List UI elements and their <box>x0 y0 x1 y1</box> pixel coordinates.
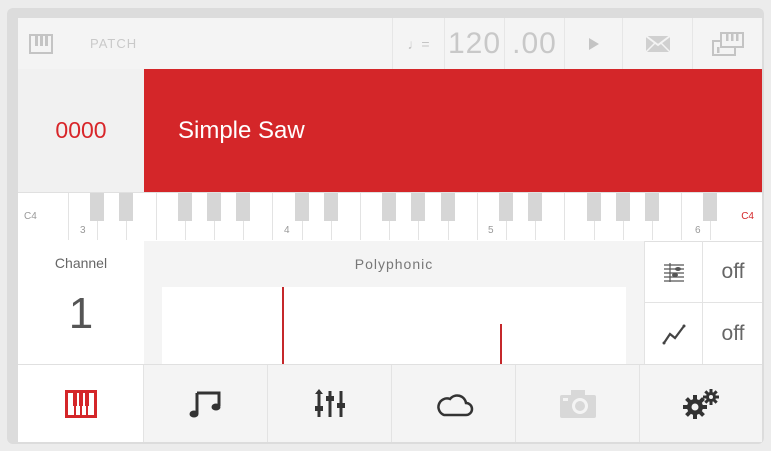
black-key[interactable] <box>294 193 309 221</box>
black-key[interactable] <box>411 193 426 221</box>
music-notes-icon <box>189 391 220 418</box>
bottom-nav <box>18 364 762 442</box>
nav-settings[interactable] <box>640 365 762 442</box>
arpeggiator-icon <box>645 241 703 302</box>
tempo-symbol: ♩= <box>392 18 444 69</box>
white-key-divider <box>476 193 478 240</box>
black-key[interactable] <box>615 193 630 221</box>
play-button[interactable] <box>564 18 622 69</box>
channel-panel[interactable]: Channel 1 <box>18 241 145 364</box>
tempo-value[interactable]: 120 <box>444 18 504 69</box>
white-key-divider <box>360 193 361 240</box>
play-icon <box>588 37 599 50</box>
black-key[interactable] <box>382 193 397 221</box>
mixer-sliders-icon <box>314 389 345 417</box>
black-key[interactable] <box>236 193 251 221</box>
black-key[interactable] <box>119 193 134 221</box>
black-key[interactable] <box>440 193 455 221</box>
patch-number[interactable]: 0000 <box>18 69 144 192</box>
envelope-graph[interactable] <box>144 287 644 364</box>
keyboard-left-note: C4 <box>24 211 37 222</box>
white-key-divider <box>68 193 69 240</box>
piano-keyboard[interactable]: C4 C4 3 4 5 6 <box>18 192 762 242</box>
tempo-decimal[interactable]: .00 <box>504 18 564 69</box>
glide-value: off <box>721 321 745 345</box>
channel-label: Channel <box>54 255 108 271</box>
keyboard-icon <box>29 33 53 54</box>
arpeggiator-value: off <box>721 259 745 283</box>
black-key[interactable] <box>207 193 221 221</box>
white-key-divider <box>564 193 566 240</box>
glide-curve-icon <box>645 303 703 364</box>
black-key[interactable] <box>323 193 338 221</box>
nav-cloud[interactable] <box>392 365 516 442</box>
white-key-divider <box>155 193 157 240</box>
keyboard-toggle-button[interactable] <box>18 18 64 69</box>
graph-marker-line <box>500 324 502 364</box>
channel-value: 1 <box>68 289 94 338</box>
graph-marker-line <box>282 287 284 364</box>
white-key-divider <box>272 193 274 240</box>
nav-mixer[interactable] <box>268 365 392 442</box>
black-key[interactable] <box>586 193 601 221</box>
multi-keyboard-icon <box>711 31 744 56</box>
voice-mode-selector[interactable]: Polyphonic <box>144 241 644 288</box>
patch-name[interactable]: Simple Saw <box>144 69 762 192</box>
patch-row: 0000 Simple Saw <box>18 69 762 192</box>
top-bar: PATCH ♩= 120 .00 <box>18 18 762 70</box>
settings-gears-icon <box>683 389 719 419</box>
multi-keyboard-button[interactable] <box>692 18 762 69</box>
octave-marker: 3 <box>80 225 86 236</box>
synth-screen: PATCH ♩= 120 .00 0000 Simple Saw C4 C4 3… <box>18 18 762 442</box>
black-key[interactable] <box>703 193 718 221</box>
glide-toggle-row[interactable]: off <box>644 303 762 364</box>
nav-keyboard[interactable] <box>18 365 144 442</box>
black-key[interactable] <box>645 193 659 221</box>
black-key[interactable] <box>499 193 513 221</box>
arpeggiator-toggle-row[interactable]: off <box>644 241 762 303</box>
camera-icon <box>559 390 596 418</box>
envelope-icon <box>644 34 671 53</box>
cloud-icon <box>436 394 473 417</box>
white-key-divider <box>681 193 683 240</box>
keyboard-icon <box>64 390 97 418</box>
patch-label: PATCH <box>90 36 138 51</box>
black-key[interactable] <box>90 193 105 221</box>
black-key[interactable] <box>528 193 543 221</box>
octave-marker: 6 <box>695 225 701 236</box>
nav-sequencer[interactable] <box>144 365 268 442</box>
octave-marker: 4 <box>284 225 290 236</box>
octave-marker: 5 <box>488 225 494 236</box>
graph-left-margin <box>144 287 162 364</box>
message-button[interactable] <box>622 18 692 69</box>
graph-right-margin <box>626 287 644 364</box>
nav-camera[interactable] <box>516 365 640 442</box>
keyboard-right-note: C4 <box>741 211 754 222</box>
black-key[interactable] <box>177 193 192 221</box>
